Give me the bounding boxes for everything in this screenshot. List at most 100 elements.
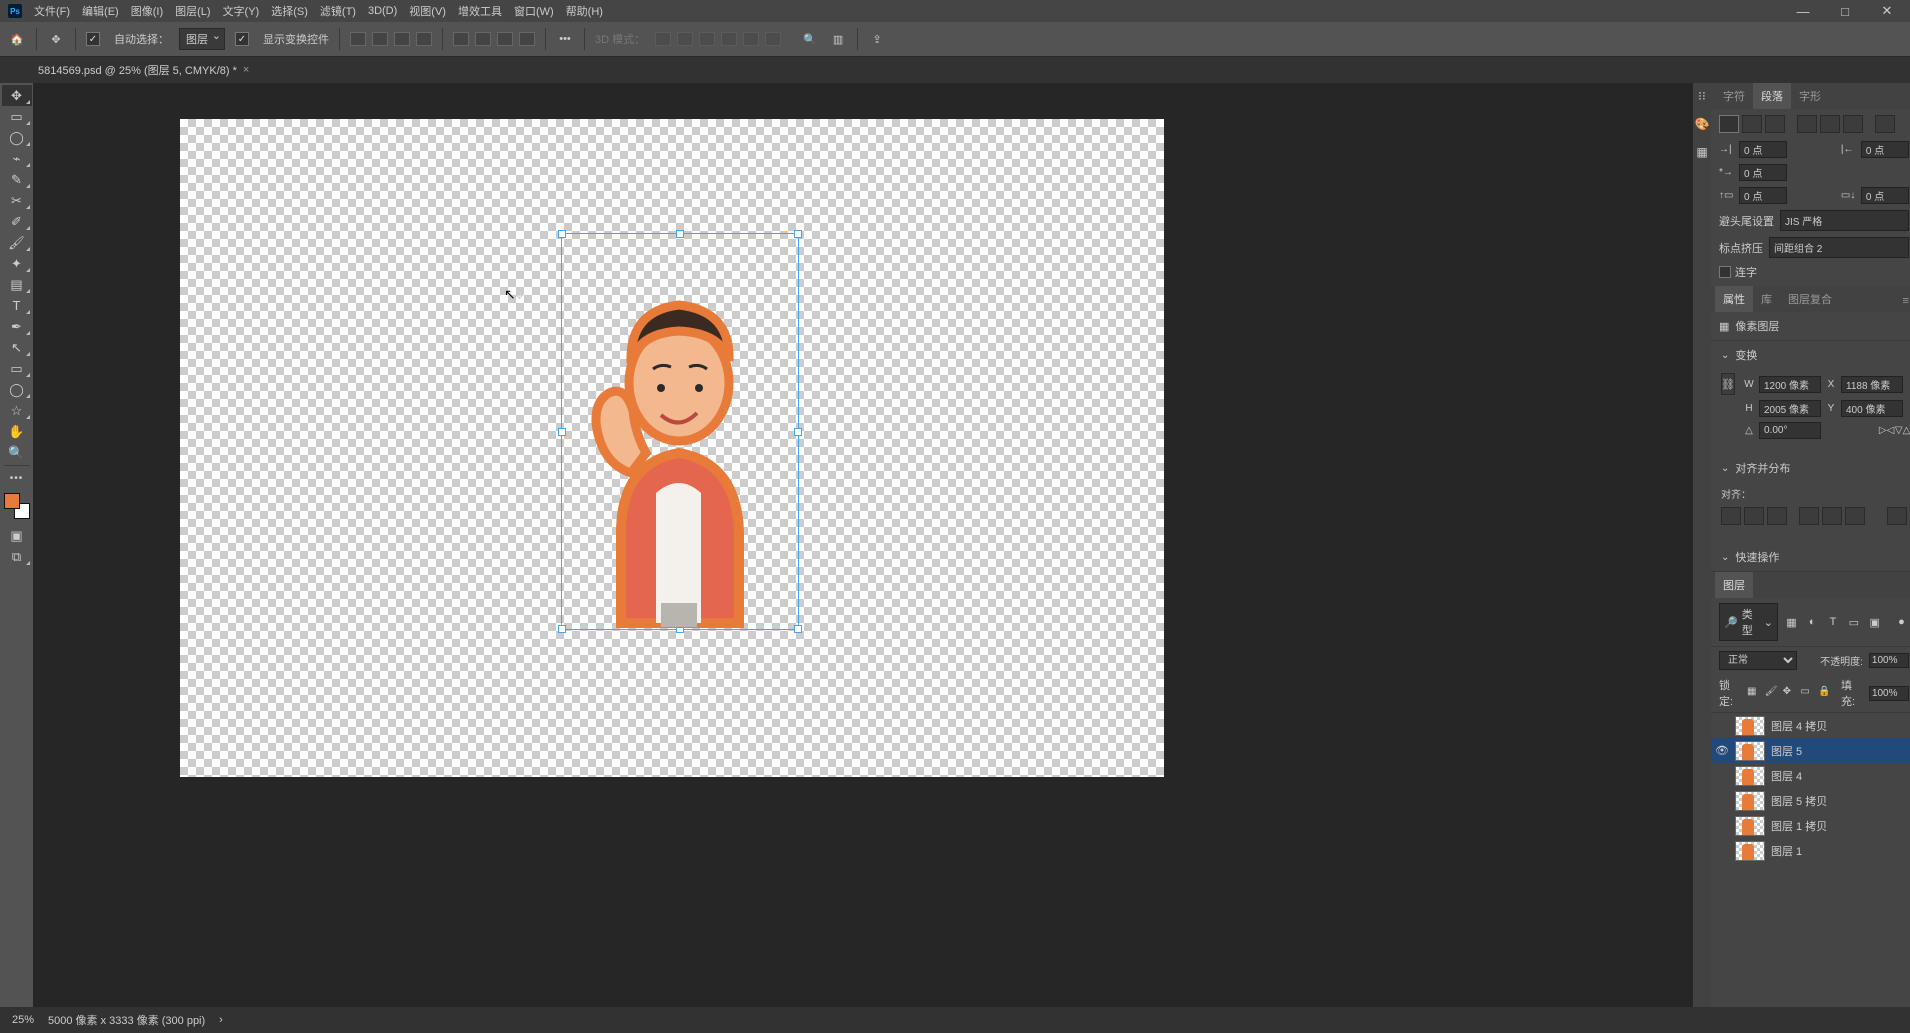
brush-tool[interactable]: 🖌	[2, 232, 32, 253]
align-vcenter-icon[interactable]	[475, 32, 491, 46]
align-top-icon[interactable]	[453, 32, 469, 46]
brush-panel-icon[interactable]: ⁝⁝	[1693, 87, 1711, 105]
move-tool-icon[interactable]: ✥	[47, 30, 65, 48]
indent-right-input[interactable]	[1861, 141, 1909, 158]
align-bottom-icon[interactable]	[497, 32, 513, 46]
layer-name[interactable]: 图层 1	[1771, 843, 1802, 859]
para-justify-all-icon[interactable]	[1875, 115, 1895, 133]
marquee-ellipse-tool[interactable]: ◯	[2, 127, 32, 148]
indent-first-input[interactable]	[1739, 164, 1787, 181]
menu-type[interactable]: 文字(Y)	[223, 3, 260, 19]
menu-view[interactable]: 视图(V)	[409, 3, 446, 19]
arrange-docs-icon[interactable]: ▥	[829, 30, 847, 48]
layer-row[interactable]: 图层 1 拷贝	[1711, 813, 1910, 838]
align-right-icon[interactable]	[394, 32, 410, 46]
para-justify-last-left-icon[interactable]	[1797, 115, 1817, 133]
screen-mode-icon[interactable]: ⧉	[2, 546, 32, 567]
quick-mask-icon[interactable]: ▣	[2, 525, 32, 546]
height-input[interactable]	[1759, 400, 1821, 417]
align-hcenter-icon[interactable]	[372, 32, 388, 46]
lock-all-icon[interactable]: 🔒	[1818, 686, 1831, 700]
tab-layers[interactable]: 图层	[1715, 572, 1753, 598]
menu-plugins[interactable]: 增效工具	[458, 3, 502, 19]
layer-row[interactable]: 图层 4 拷贝	[1711, 713, 1910, 738]
hand-tool[interactable]: ✋	[2, 421, 32, 442]
filter-type-icon[interactable]: T	[1826, 614, 1841, 630]
ellipse-shape-tool[interactable]: ◯	[2, 379, 32, 400]
transform-section-header[interactable]: 变换	[1711, 341, 1910, 369]
window-maximize-icon[interactable]: □	[1830, 4, 1860, 19]
fill-input[interactable]	[1869, 686, 1909, 701]
path-select-tool[interactable]: ↖	[2, 337, 32, 358]
document-canvas[interactable]: ↖✥	[180, 119, 1164, 777]
align-dist-icon[interactable]	[416, 32, 432, 46]
close-tab-icon[interactable]: ×	[243, 64, 249, 76]
angle-input[interactable]	[1759, 422, 1821, 439]
quick-actions-header[interactable]: 快速操作	[1711, 543, 1910, 572]
para-justify-last-right-icon[interactable]	[1843, 115, 1863, 133]
menu-select[interactable]: 选择(S)	[271, 3, 308, 19]
align-m-icon[interactable]	[1822, 507, 1842, 525]
tab-layer-comps[interactable]: 图层复合	[1780, 286, 1840, 312]
indent-left-input[interactable]	[1739, 141, 1787, 158]
layer-thumbnail[interactable]	[1735, 716, 1765, 736]
marquee-tool[interactable]: ▭	[2, 106, 32, 127]
lock-transparent-icon[interactable]: ▦	[1747, 686, 1760, 700]
document-tab[interactable]: 5814569.psd @ 25% (图层 5, CMYK/8) * ×	[28, 58, 259, 82]
para-align-center-icon[interactable]	[1742, 115, 1762, 133]
layer-filter-select[interactable]: 🔎 类型 ⌄	[1719, 603, 1778, 641]
lock-nest-icon[interactable]: ▭	[1800, 686, 1813, 700]
menu-3d[interactable]: 3D(D)	[368, 5, 397, 17]
quick-select-tool[interactable]: ✎	[2, 169, 32, 190]
para-align-left-icon[interactable]	[1719, 115, 1739, 133]
tab-properties[interactable]: 属性	[1715, 286, 1753, 312]
panel-menu-icon[interactable]: ≡	[1895, 290, 1910, 312]
menu-help[interactable]: 帮助(H)	[566, 3, 603, 19]
search-icon[interactable]: 🔍	[801, 30, 819, 48]
layer-thumbnail[interactable]	[1735, 791, 1765, 811]
x-input[interactable]	[1841, 376, 1903, 393]
show-transform-checkbox[interactable]	[235, 32, 249, 46]
link-wh-icon[interactable]: ⛓	[1721, 373, 1735, 395]
tab-libraries[interactable]: 库	[1753, 286, 1780, 312]
color-panel-icon[interactable]: 🎨	[1693, 115, 1711, 133]
hyphenate-checkbox[interactable]	[1719, 266, 1731, 278]
layer-thumbnail[interactable]	[1735, 816, 1765, 836]
layer-row[interactable]: 图层 5 拷贝	[1711, 788, 1910, 813]
align-vdist-icon[interactable]	[519, 32, 535, 46]
layer-row[interactable]: 图层 4	[1711, 763, 1910, 788]
filter-smart-icon[interactable]: ▣	[1867, 614, 1882, 630]
swatches-panel-icon[interactable]: ▦	[1693, 143, 1711, 161]
eyedropper-tool[interactable]: ✐	[2, 211, 32, 232]
menu-file[interactable]: 文件(F)	[34, 3, 70, 19]
pen-tool[interactable]: ✒	[2, 316, 32, 337]
align-l-icon[interactable]	[1721, 507, 1741, 525]
foreground-color-swatch[interactable]	[4, 493, 20, 509]
lasso-tool[interactable]: ⌁	[2, 148, 32, 169]
auto-select-target-select[interactable]: 图层	[179, 28, 225, 50]
window-close-icon[interactable]: ✕	[1872, 3, 1902, 19]
filter-toggle-icon[interactable]: ●	[1894, 614, 1909, 630]
kinsoku-select[interactable]: JIS 严格	[1780, 210, 1909, 231]
align-t-icon[interactable]	[1799, 507, 1819, 525]
menu-filter[interactable]: 滤镜(T)	[320, 3, 356, 19]
align-left-icon[interactable]	[350, 32, 366, 46]
auto-select-checkbox[interactable]	[86, 32, 100, 46]
width-input[interactable]	[1759, 376, 1821, 393]
menu-window[interactable]: 窗口(W)	[514, 3, 554, 19]
layer-thumbnail[interactable]	[1735, 841, 1765, 861]
layer-name[interactable]: 图层 4	[1771, 768, 1802, 784]
layer-name[interactable]: 图层 1 拷贝	[1771, 818, 1827, 834]
rectangle-shape-tool[interactable]: ▭	[2, 358, 32, 379]
more-options-icon[interactable]: •••	[556, 30, 574, 48]
menu-edit[interactable]: 编辑(E)	[82, 3, 119, 19]
layer-row[interactable]: 图层 1	[1711, 838, 1910, 863]
align-more-icon[interactable]	[1887, 507, 1907, 525]
layer-name[interactable]: 图层 4 拷贝	[1771, 718, 1827, 734]
align-r-icon[interactable]	[1767, 507, 1787, 525]
layer-name[interactable]: 图层 5	[1771, 743, 1802, 759]
space-before-input[interactable]	[1739, 187, 1787, 204]
flip-h-icon[interactable]: ▷◁	[1879, 425, 1891, 436]
space-after-input[interactable]	[1861, 187, 1909, 204]
move-tool[interactable]: ✥	[2, 85, 32, 106]
